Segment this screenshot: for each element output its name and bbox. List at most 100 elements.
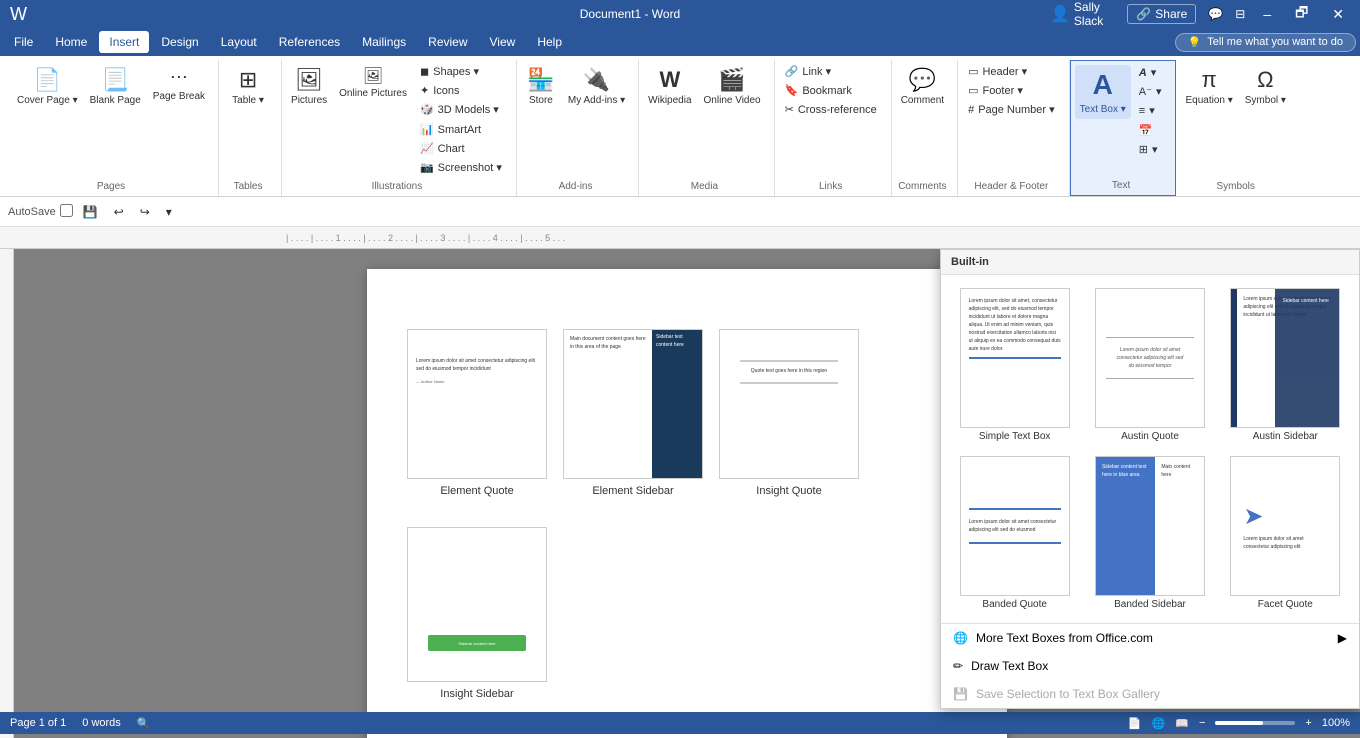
equation-icon: π bbox=[1202, 67, 1217, 93]
3d-models-icon: 🎲 bbox=[420, 104, 434, 117]
tell-me-bar[interactable]: 💡 Tell me what you want to do bbox=[1175, 33, 1356, 52]
equation-button[interactable]: π Equation ▾ bbox=[1180, 64, 1237, 110]
symbol-button[interactable]: Ω Symbol ▾ bbox=[1240, 64, 1291, 110]
online-video-button[interactable]: 🎬 Online Video bbox=[699, 64, 766, 110]
addins-icon: 🔌 bbox=[583, 67, 610, 93]
page-break-button[interactable]: ⋯ Page Break bbox=[148, 64, 210, 106]
banded-quote-thumb: Lorem ipsum dolor sit amet consectetur a… bbox=[960, 456, 1070, 596]
ribbon-group-addins: 🏪 Store 🔌 My Add-ins ▾ Add-ins bbox=[517, 60, 639, 196]
gallery-item-banded-sidebar[interactable]: Sidebar content text here in blue area M… bbox=[1084, 451, 1215, 615]
3d-models-button[interactable]: 🎲 3D Models ▾ bbox=[414, 102, 508, 119]
wikipedia-icon: W bbox=[659, 67, 680, 93]
menu-item-file[interactable]: File bbox=[4, 31, 43, 53]
restore-button[interactable]: 🗗 bbox=[1289, 2, 1314, 26]
banded-quote-label: Banded Quote bbox=[982, 599, 1047, 610]
undo-button[interactable]: ↩ bbox=[108, 202, 130, 222]
insight-quote-thumb[interactable]: Quote text goes here in this region Insi… bbox=[719, 329, 859, 497]
more-text-boxes-icon: 🌐 bbox=[953, 631, 968, 645]
redo-button[interactable]: ↪ bbox=[134, 202, 156, 222]
footer-button[interactable]: ▭ Footer ▾ bbox=[962, 83, 1061, 100]
menu-item-review[interactable]: Review bbox=[418, 31, 477, 53]
autosave-toggle[interactable] bbox=[60, 204, 73, 220]
date-time-button[interactable]: 📅 bbox=[1133, 123, 1168, 140]
chart-button[interactable]: 📈 Chart bbox=[414, 141, 508, 158]
draw-text-box-action[interactable]: ✏ Draw Text Box bbox=[941, 652, 1359, 680]
drop-cap-button[interactable]: A⁻ ▾ bbox=[1133, 84, 1168, 101]
page-number-icon: # bbox=[968, 104, 974, 117]
status-bar: Page 1 of 1 0 words 🔍 📄 🌐 📖 − + 100% bbox=[0, 712, 1360, 734]
element-quote-thumb[interactable]: Lorem ipsum dolor sit amet consectetur a… bbox=[407, 329, 547, 497]
menu-item-layout[interactable]: Layout bbox=[211, 31, 267, 53]
bookmark-button[interactable]: 🔖 Bookmark bbox=[779, 83, 883, 100]
shapes-button[interactable]: ◼ Shapes ▾ bbox=[414, 64, 508, 81]
screenshot-button[interactable]: 📷 Screenshot ▾ bbox=[414, 160, 508, 177]
text-box-button[interactable]: A Text Box ▾ bbox=[1075, 65, 1131, 119]
facet-quote-label: Facet Quote bbox=[1258, 599, 1313, 610]
zoom-in-button[interactable]: + bbox=[1305, 717, 1311, 729]
cover-page-button[interactable]: 📄 Cover Page ▾ bbox=[12, 64, 83, 110]
more-text-boxes-action[interactable]: 🌐 More Text Boxes from Office.com ▶ bbox=[941, 624, 1359, 652]
gallery-item-banded-quote[interactable]: Lorem ipsum dolor sit amet consectetur a… bbox=[949, 451, 1080, 615]
object-icon: ⊞ bbox=[1139, 144, 1148, 157]
link-button[interactable]: 🔗 Link ▾ bbox=[779, 64, 883, 81]
menu-item-home[interactable]: Home bbox=[45, 31, 97, 53]
save-button[interactable]: 💾 bbox=[77, 202, 104, 222]
feedback-button[interactable]: 💬 bbox=[1208, 7, 1223, 21]
icons-button[interactable]: ✦ Icons bbox=[414, 83, 508, 100]
signature-line-button[interactable]: ≡ ▾ bbox=[1133, 103, 1168, 120]
gallery-item-austin-sidebar[interactable]: Lorem ipsum dolor sit amet consectetur a… bbox=[1220, 283, 1351, 447]
gallery-item-austin-quote[interactable]: Lorem ipsum dolor sit amet consectetur a… bbox=[1084, 283, 1215, 447]
menu-item-references[interactable]: References bbox=[269, 31, 350, 53]
online-pictures-button[interactable]: 🖼 Online Pictures bbox=[334, 64, 412, 103]
sig-line-icon: ≡ bbox=[1139, 105, 1145, 118]
gallery-item-simple-text-box[interactable]: Lorem ipsum dolor sit amet, consectetur … bbox=[949, 283, 1080, 447]
layout-print-icon[interactable]: 📄 bbox=[1128, 717, 1142, 730]
minimize-button[interactable]: – bbox=[1257, 6, 1277, 22]
menu-item-mailings[interactable]: Mailings bbox=[352, 31, 416, 53]
customize-toolbar-button[interactable]: ▾ bbox=[160, 202, 178, 222]
autosave-label: AutoSave bbox=[8, 206, 56, 218]
table-button[interactable]: ⊞ Table ▾ bbox=[223, 64, 273, 110]
title-bar-title: Document1 - Word bbox=[210, 7, 1050, 21]
pictures-button[interactable]: 🖼 Pictures bbox=[286, 64, 332, 110]
blank-page-button[interactable]: 📃 Blank Page bbox=[85, 64, 146, 110]
chart-icon: 📈 bbox=[420, 143, 434, 156]
zoom-out-button[interactable]: − bbox=[1199, 717, 1205, 729]
page-break-icon: ⋯ bbox=[170, 67, 188, 89]
save-selection-icon: 💾 bbox=[953, 687, 968, 701]
ribbon: 📄 Cover Page ▾ 📃 Blank Page ⋯ Page Break… bbox=[0, 56, 1360, 197]
menu-item-insert[interactable]: Insert bbox=[99, 31, 149, 53]
element-sidebar-thumb[interactable]: Sidebar text content here Main document … bbox=[563, 329, 703, 497]
read-mode-icon[interactable]: 📖 bbox=[1175, 717, 1189, 730]
menu-item-view[interactable]: View bbox=[480, 31, 526, 53]
menu-item-help[interactable]: Help bbox=[527, 31, 572, 53]
link-icon: 🔗 bbox=[785, 66, 799, 79]
wordart-icon: A bbox=[1139, 67, 1147, 80]
comment-button[interactable]: 💬 Comment bbox=[896, 64, 949, 110]
proofing-icon[interactable]: 🔍 bbox=[137, 717, 151, 730]
addins-group-label: Add-ins bbox=[521, 177, 630, 192]
cross-reference-button[interactable]: ✂ Cross-reference bbox=[779, 102, 883, 119]
wikipedia-button[interactable]: W Wikipedia bbox=[643, 64, 696, 110]
zoom-level[interactable]: 100% bbox=[1322, 717, 1350, 729]
page-number-button[interactable]: # Page Number ▾ bbox=[962, 102, 1061, 119]
gallery-item-facet-quote[interactable]: ➤ Lorem ipsum dolor sit amet consectetur… bbox=[1220, 451, 1351, 615]
my-addins-button[interactable]: 🔌 My Add-ins ▾ bbox=[563, 64, 630, 110]
textbox-gallery: Built-in Lorem ipsum dolor sit amet, con… bbox=[940, 249, 1360, 709]
menu-item-design[interactable]: Design bbox=[151, 31, 208, 53]
layout-web-icon[interactable]: 🌐 bbox=[1152, 717, 1166, 730]
zoom-slider[interactable] bbox=[1215, 721, 1295, 725]
close-button[interactable]: ✕ bbox=[1326, 6, 1350, 23]
header-button[interactable]: ▭ Header ▾ bbox=[962, 64, 1061, 81]
object-button[interactable]: ⊞ ▾ bbox=[1133, 142, 1168, 159]
ribbon-display-options[interactable]: ⊟ bbox=[1235, 7, 1245, 21]
store-button[interactable]: 🏪 Store bbox=[521, 64, 561, 110]
ribbon-group-links: 🔗 Link ▾ 🔖 Bookmark ✂ Cross-reference Li… bbox=[775, 60, 892, 196]
insight-sidebar-thumb[interactable]: Sidebar content here Insight Sidebar bbox=[407, 527, 547, 700]
wordart-button[interactable]: A ▾ bbox=[1133, 65, 1168, 82]
ribbon-group-illustrations: 🖼 Pictures 🖼 Online Pictures ◼ Shapes ▾ … bbox=[282, 60, 517, 196]
banded-sidebar-label: Banded Sidebar bbox=[1114, 599, 1186, 610]
header-icon: ▭ bbox=[968, 66, 978, 79]
smartart-button[interactable]: 📊 SmartArt bbox=[414, 122, 508, 139]
share-button[interactable]: 🔗Share bbox=[1127, 4, 1196, 24]
